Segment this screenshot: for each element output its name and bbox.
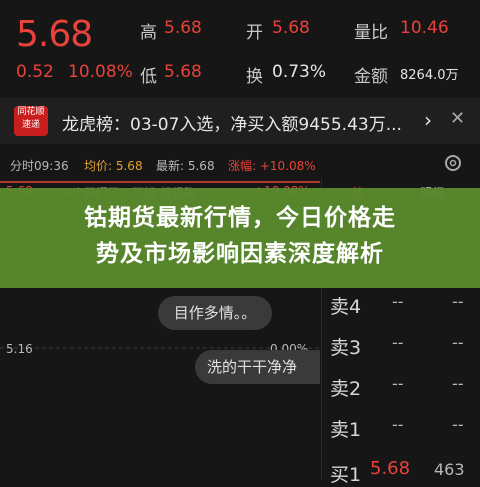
- close-icon[interactable]: ✕: [450, 108, 465, 129]
- settings-gear-icon[interactable]: [442, 152, 464, 178]
- book-row-label: 卖3: [330, 337, 362, 359]
- book-row-vol: --: [452, 333, 464, 352]
- comment-bubble[interactable]: 洗的干干净净: [195, 350, 320, 384]
- volume-ratio-label: 量比: [354, 23, 388, 43]
- low-value: 5.68: [164, 62, 202, 82]
- latest-price: 最新: 5.68: [156, 159, 215, 173]
- book-row-vol: 463: [434, 460, 465, 479]
- book-row-value: 5.68: [370, 458, 411, 479]
- headline-line2: 势及市场影响因素深度解析: [96, 241, 384, 267]
- book-row-vol: --: [452, 292, 464, 311]
- book-row-value: --: [392, 415, 404, 434]
- chevron-right-icon[interactable]: ›: [424, 108, 432, 132]
- avg-price: 均价: 5.68: [84, 159, 143, 173]
- book-row-value: --: [392, 292, 404, 311]
- logo-line1: 同花顺: [17, 107, 45, 117]
- amount-value: 8264.0万: [400, 68, 459, 83]
- open-value: 5.68: [272, 18, 310, 38]
- price-change: 0.52: [16, 62, 54, 82]
- time-label: 分时09:36: [10, 159, 69, 173]
- book-row-value: --: [392, 333, 404, 352]
- dragon-tiger-text[interactable]: 龙虎榜：03-07入选，净买入额9455.43万...: [62, 110, 402, 135]
- book-row-label: 买1: [330, 464, 362, 486]
- turnover-value: 0.73%: [272, 62, 327, 82]
- open-label: 开: [246, 23, 263, 43]
- last-price: 5.68: [16, 14, 93, 55]
- high-value: 5.68: [164, 18, 202, 38]
- book-row-vol: --: [452, 374, 464, 393]
- headline-text: 钴期货最新行情，今日价格走 势及市场影响因素深度解析: [0, 200, 480, 272]
- amount-label: 金额: [354, 67, 388, 87]
- low-label: 低: [140, 67, 157, 87]
- app-logo: 同花顺 速递: [14, 106, 48, 136]
- volume-ratio-value: 10.46: [400, 18, 449, 38]
- turnover-label: 换: [246, 67, 263, 87]
- chart-low-price: 5.16: [6, 342, 33, 356]
- high-label: 高: [140, 23, 157, 43]
- book-row-vol: --: [452, 415, 464, 434]
- comment-bubble[interactable]: 目作多情。。: [158, 296, 272, 330]
- logo-line2: 速递: [21, 120, 40, 130]
- rise-pct: 涨幅: +10.08%: [228, 159, 316, 173]
- book-row-label: 卖1: [330, 419, 362, 441]
- price-change-pct: 10.08%: [68, 62, 133, 82]
- book-row-value: --: [392, 374, 404, 393]
- book-row-label: 卖2: [330, 378, 362, 400]
- headline-line1: 钴期货最新行情，今日价格走: [84, 205, 396, 231]
- book-row-label: 卖4: [330, 296, 362, 318]
